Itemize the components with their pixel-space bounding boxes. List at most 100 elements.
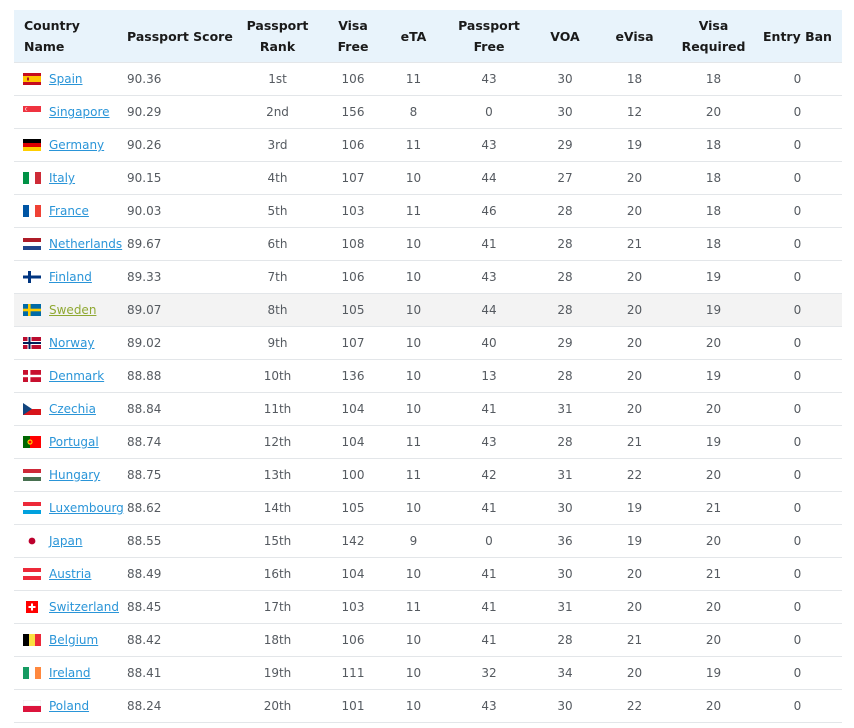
country-link[interactable]: Switzerland	[49, 600, 119, 614]
luxembourg-flag-icon	[23, 502, 41, 514]
voa-cell: 31	[535, 392, 595, 426]
evisa-cell: 20	[595, 260, 674, 294]
score-cell: 88.88	[117, 359, 233, 393]
eta-cell: 10	[384, 227, 443, 261]
country-link[interactable]: Czechia	[49, 402, 96, 416]
evisa-cell: 20	[595, 293, 674, 327]
table-row: Belgium 88.42 18th 106 10 41 28 21 20 0	[14, 623, 842, 657]
ireland-flag-icon	[23, 667, 41, 679]
column-header-voa[interactable]: VOA	[535, 10, 595, 63]
visa-free-cell: 156	[322, 95, 384, 129]
column-header-rank[interactable]: Passport Rank	[233, 10, 322, 63]
country-link[interactable]: Japan	[49, 534, 82, 548]
eta-cell: 10	[384, 491, 443, 525]
column-header-entry-ban[interactable]: Entry Ban	[753, 10, 842, 63]
netherlands-flag-icon	[23, 238, 41, 250]
eta-cell: 10	[384, 260, 443, 294]
column-header-passport-free[interactable]: Passport Free	[443, 10, 535, 63]
country-link[interactable]: Spain	[49, 72, 83, 86]
visa-free-cell: 104	[322, 425, 384, 459]
country-name-wrapper: Sweden	[14, 303, 117, 317]
country-link[interactable]: Netherlands	[49, 237, 122, 251]
country-link[interactable]: Austria	[49, 567, 91, 581]
germany-flag-icon	[23, 139, 41, 151]
country-link[interactable]: Sweden	[49, 303, 96, 317]
visa-required-cell: 20	[674, 392, 753, 426]
visa-free-cell: 136	[322, 359, 384, 393]
rank-cell: 17th	[233, 590, 322, 624]
country-link[interactable]: Germany	[49, 138, 104, 152]
eta-cell: 11	[384, 458, 443, 492]
country-name-wrapper: Luxembourg	[14, 501, 124, 515]
column-header-score[interactable]: Passport Score	[117, 10, 233, 63]
poland-flag-icon	[23, 700, 41, 712]
entry-ban-cell: 0	[753, 524, 842, 558]
country-name-wrapper: Austria	[14, 567, 117, 581]
score-cell: 88.74	[117, 425, 233, 459]
column-header-visa-required[interactable]: Visa Required	[674, 10, 753, 63]
table-row: Singapore 90.29 2nd 156 8 0 30 12 20 0	[14, 95, 842, 129]
norway-flag-icon	[23, 337, 41, 349]
entry-ban-cell: 0	[753, 557, 842, 591]
visa-free-cell: 104	[322, 392, 384, 426]
belgium-flag-icon	[23, 634, 41, 646]
rank-cell: 10th	[233, 359, 322, 393]
column-header-visa-free[interactable]: Visa Free	[322, 10, 384, 63]
eta-cell: 8	[384, 95, 443, 129]
column-header-country[interactable]: Country Name	[14, 10, 117, 63]
country-cell: Denmark	[14, 359, 117, 393]
denmark-flag-icon	[23, 370, 41, 382]
rank-cell: 14th	[233, 491, 322, 525]
evisa-cell: 22	[595, 458, 674, 492]
country-cell: Poland	[14, 689, 117, 723]
entry-ban-cell: 0	[753, 260, 842, 294]
evisa-cell: 20	[595, 392, 674, 426]
rank-cell: 5th	[233, 194, 322, 228]
visa-free-cell: 108	[322, 227, 384, 261]
country-name-wrapper: Spain	[14, 72, 117, 86]
score-cell: 88.41	[117, 656, 233, 690]
column-header-evisa[interactable]: eVisa	[595, 10, 674, 63]
table-row: Spain 90.36 1st 106 11 43 30 18 18 0	[14, 62, 842, 96]
country-link[interactable]: Finland	[49, 270, 92, 284]
country-link[interactable]: France	[49, 204, 89, 218]
country-link[interactable]: Norway	[49, 336, 95, 350]
country-link[interactable]: Luxembourg	[49, 501, 124, 515]
country-link[interactable]: Italy	[49, 171, 75, 185]
passport-free-cell: 41	[443, 590, 535, 624]
eta-cell: 10	[384, 161, 443, 195]
voa-cell: 28	[535, 293, 595, 327]
country-link[interactable]: Poland	[49, 699, 89, 713]
column-header-eta[interactable]: eTA	[384, 10, 443, 63]
country-cell: Sweden	[14, 293, 117, 327]
rank-cell: 3rd	[233, 128, 322, 162]
voa-cell: 28	[535, 260, 595, 294]
country-link[interactable]: Denmark	[49, 369, 104, 383]
country-cell: Belgium	[14, 623, 117, 657]
visa-free-cell: 106	[322, 62, 384, 96]
country-link[interactable]: Portugal	[49, 435, 99, 449]
country-link[interactable]: Hungary	[49, 468, 100, 482]
score-cell: 89.07	[117, 293, 233, 327]
passport-free-cell: 46	[443, 194, 535, 228]
country-link[interactable]: Singapore	[49, 105, 110, 119]
passport-free-cell: 0	[443, 524, 535, 558]
passport-ranking-table-container: Country Name Passport Score Passport Ran…	[14, 10, 842, 723]
voa-cell: 30	[535, 689, 595, 723]
table-header-row: Country Name Passport Score Passport Ran…	[14, 10, 842, 63]
visa-free-cell: 105	[322, 293, 384, 327]
visa-required-cell: 18	[674, 227, 753, 261]
visa-free-cell: 106	[322, 623, 384, 657]
rank-cell: 4th	[233, 161, 322, 195]
hungary-flag-icon	[23, 469, 41, 481]
country-link[interactable]: Belgium	[49, 633, 98, 647]
visa-required-cell: 20	[674, 623, 753, 657]
entry-ban-cell: 0	[753, 458, 842, 492]
country-name-wrapper: Portugal	[14, 435, 117, 449]
country-name-wrapper: Denmark	[14, 369, 117, 383]
visa-free-cell: 105	[322, 491, 384, 525]
table-row: Ireland 88.41 19th 111 10 32 34 20 19 0	[14, 656, 842, 690]
country-link[interactable]: Ireland	[49, 666, 91, 680]
score-cell: 88.24	[117, 689, 233, 723]
evisa-cell: 20	[595, 161, 674, 195]
